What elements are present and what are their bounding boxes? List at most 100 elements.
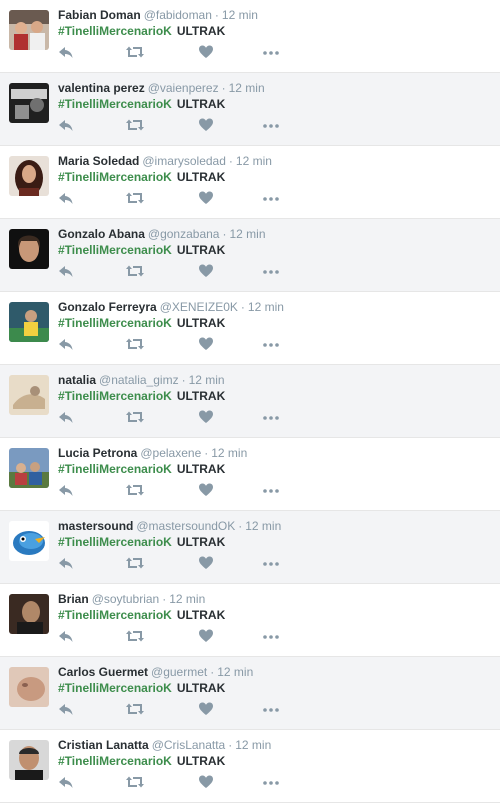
- timestamp[interactable]: 12 min: [236, 154, 272, 168]
- more-button[interactable]: [262, 555, 284, 571]
- favorite-button[interactable]: [198, 263, 220, 279]
- timestamp[interactable]: 12 min: [229, 81, 265, 95]
- user-handle[interactable]: @soytubrian: [92, 592, 160, 606]
- avatar[interactable]: [9, 448, 49, 488]
- user-name[interactable]: natalia: [58, 373, 96, 387]
- user-handle[interactable]: @XENEIZE0K: [160, 300, 238, 314]
- favorite-button[interactable]: [198, 701, 220, 717]
- avatar[interactable]: [9, 229, 49, 269]
- hashtag-link[interactable]: #TinelliMercenarioK: [58, 97, 172, 111]
- retweet-button[interactable]: [126, 44, 148, 60]
- more-button[interactable]: [262, 263, 284, 279]
- reply-button[interactable]: [58, 628, 80, 644]
- hashtag-link[interactable]: #TinelliMercenarioK: [58, 754, 172, 768]
- hashtag-link[interactable]: #TinelliMercenarioK: [58, 243, 172, 257]
- avatar[interactable]: [9, 594, 49, 634]
- avatar[interactable]: [9, 375, 49, 415]
- retweet-button[interactable]: [126, 190, 148, 206]
- user-handle[interactable]: @guermet: [151, 665, 207, 679]
- avatar[interactable]: [9, 740, 49, 780]
- hashtag-link[interactable]: #TinelliMercenarioK: [58, 462, 172, 476]
- timestamp[interactable]: 12 min: [248, 300, 284, 314]
- timestamp[interactable]: 12 min: [189, 373, 225, 387]
- favorite-button[interactable]: [198, 409, 220, 425]
- user-handle[interactable]: @gonzabana: [148, 227, 220, 241]
- tweet[interactable]: Maria Soledad @imarysoledad · 12 min #Tinel…: [0, 146, 500, 219]
- user-handle[interactable]: @CrisLanatta: [152, 738, 226, 752]
- tweet[interactable]: Gonzalo Ferreyra @XENEIZE0K · 12 min #Tinel…: [0, 292, 500, 365]
- favorite-button[interactable]: [198, 117, 220, 133]
- hashtag-link[interactable]: #TinelliMercenarioK: [58, 316, 172, 330]
- favorite-button[interactable]: [198, 336, 220, 352]
- retweet-button[interactable]: [126, 701, 148, 717]
- timestamp[interactable]: 12 min: [229, 227, 265, 241]
- user-name[interactable]: Gonzalo Abana: [58, 227, 145, 241]
- more-button[interactable]: [262, 190, 284, 206]
- timestamp[interactable]: 12 min: [245, 519, 281, 533]
- reply-button[interactable]: [58, 701, 80, 717]
- user-handle[interactable]: @vaienperez: [148, 81, 219, 95]
- user-name[interactable]: Fabian Doman: [58, 8, 141, 22]
- favorite-button[interactable]: [198, 482, 220, 498]
- avatar[interactable]: [9, 156, 49, 196]
- user-handle[interactable]: @mastersoundOK: [136, 519, 235, 533]
- more-button[interactable]: [262, 701, 284, 717]
- tweet[interactable]: mastersound @mastersoundOK · 12 min #Tinell…: [0, 511, 500, 584]
- reply-button[interactable]: [58, 263, 80, 279]
- avatar[interactable]: [9, 667, 49, 707]
- user-name[interactable]: Lucia Petrona: [58, 446, 137, 460]
- hashtag-link[interactable]: #TinelliMercenarioK: [58, 389, 172, 403]
- reply-button[interactable]: [58, 555, 80, 571]
- favorite-button[interactable]: [198, 44, 220, 60]
- user-handle[interactable]: @pelaxene: [140, 446, 201, 460]
- timestamp[interactable]: 12 min: [211, 446, 247, 460]
- tweet[interactable]: Fabian Doman @fabidoman · 12 min #TinelliMe…: [0, 0, 500, 73]
- reply-button[interactable]: [58, 409, 80, 425]
- favorite-button[interactable]: [198, 555, 220, 571]
- retweet-button[interactable]: [126, 482, 148, 498]
- retweet-button[interactable]: [126, 117, 148, 133]
- tweet[interactable]: Brian @soytubrian · 12 min #TinelliMercenar…: [0, 584, 500, 657]
- favorite-button[interactable]: [198, 774, 220, 790]
- retweet-button[interactable]: [126, 628, 148, 644]
- timestamp[interactable]: 12 min: [222, 8, 258, 22]
- hashtag-link[interactable]: #TinelliMercenarioK: [58, 535, 172, 549]
- hashtag-link[interactable]: #TinelliMercenarioK: [58, 608, 172, 622]
- timestamp[interactable]: 12 min: [217, 665, 253, 679]
- avatar[interactable]: [9, 302, 49, 342]
- retweet-button[interactable]: [126, 336, 148, 352]
- retweet-button[interactable]: [126, 555, 148, 571]
- hashtag-link[interactable]: #TinelliMercenarioK: [58, 681, 172, 695]
- reply-button[interactable]: [58, 774, 80, 790]
- user-name[interactable]: Gonzalo Ferreyra: [58, 300, 157, 314]
- reply-button[interactable]: [58, 482, 80, 498]
- user-name[interactable]: mastersound: [58, 519, 133, 533]
- more-button[interactable]: [262, 117, 284, 133]
- reply-button[interactable]: [58, 117, 80, 133]
- avatar[interactable]: [9, 10, 49, 50]
- user-name[interactable]: Carlos Guermet: [58, 665, 148, 679]
- retweet-button[interactable]: [126, 263, 148, 279]
- user-handle[interactable]: @imarysoledad: [142, 154, 226, 168]
- reply-button[interactable]: [58, 336, 80, 352]
- user-name[interactable]: Cristian Lanatta: [58, 738, 149, 752]
- more-button[interactable]: [262, 409, 284, 425]
- user-handle[interactable]: @fabidoman: [144, 8, 212, 22]
- hashtag-link[interactable]: #TinelliMercenarioK: [58, 170, 172, 184]
- tweet[interactable]: valentina perez @vaienperez · 12 min #Tinel…: [0, 73, 500, 146]
- more-button[interactable]: [262, 628, 284, 644]
- retweet-button[interactable]: [126, 409, 148, 425]
- more-button[interactable]: [262, 44, 284, 60]
- user-handle[interactable]: @natalia_gimz: [99, 373, 179, 387]
- more-button[interactable]: [262, 774, 284, 790]
- tweet[interactable]: Cristian Lanatta @CrisLanatta · 12 min #Tin…: [0, 730, 500, 803]
- reply-button[interactable]: [58, 190, 80, 206]
- tweet[interactable]: Gonzalo Abana @gonzabana · 12 min #TinelliM…: [0, 219, 500, 292]
- retweet-button[interactable]: [126, 774, 148, 790]
- user-name[interactable]: Maria Soledad: [58, 154, 139, 168]
- tweet[interactable]: Lucia Petrona @pelaxene · 12 min #TinelliMe…: [0, 438, 500, 511]
- user-name[interactable]: valentina perez: [58, 81, 145, 95]
- favorite-button[interactable]: [198, 628, 220, 644]
- more-button[interactable]: [262, 482, 284, 498]
- hashtag-link[interactable]: #TinelliMercenarioK: [58, 24, 172, 38]
